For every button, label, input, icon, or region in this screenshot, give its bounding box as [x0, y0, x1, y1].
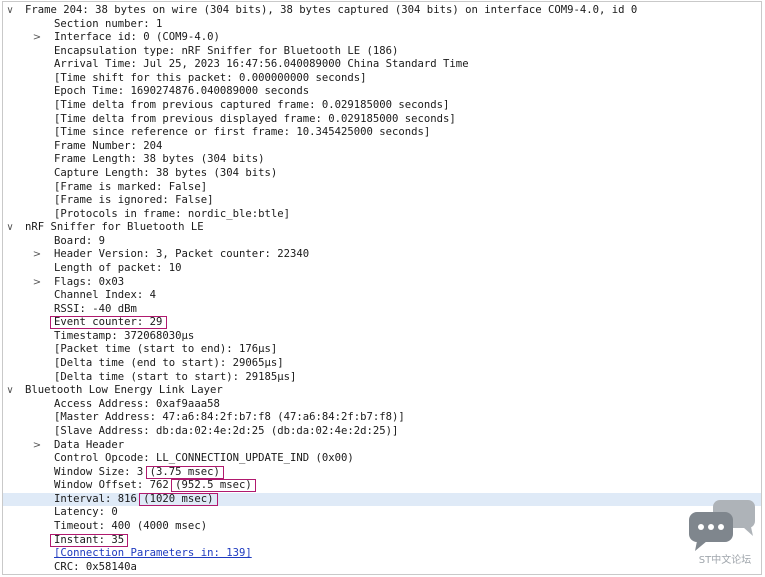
packet-detail-tree: ∨ Frame 204: 38 bytes on wire (304 bits),…: [3, 4, 761, 574]
field-text: Epoch Time: 1690274876.040089000 seconds: [54, 85, 310, 98]
tree-field-row[interactable]: [Connection Parameters in: 139]: [3, 547, 761, 561]
field-text: RSSI: -40 dBm: [54, 302, 137, 315]
field-text: Flags: 0x03: [54, 275, 125, 288]
tree-field-row[interactable]: Board: 9: [3, 235, 761, 249]
tree-field-row[interactable]: Capture Length: 38 bytes (304 bits): [3, 167, 761, 181]
field-text: Interface id: 0 (COM9-4.0): [54, 31, 220, 44]
annotation-box: [50, 316, 167, 330]
tree-field-row[interactable]: [Master Address: 47:a6:84:2f:b7:f8 (47:a…: [3, 411, 761, 425]
field-text: [Time delta from previous captured frame…: [54, 99, 450, 112]
collapse-chevron-icon[interactable]: ∨: [4, 384, 16, 398]
field-text: Frame Number: 204: [54, 139, 163, 152]
forum-watermark: ST中文论坛: [681, 496, 755, 566]
annotation-box: [139, 492, 218, 506]
tree-field-row[interactable]: Section number: 1: [3, 18, 761, 32]
tree-field-row[interactable]: Frame Length: 38 bytes (304 bits): [3, 153, 761, 167]
tree-field-row[interactable]: Timeout: 400 (4000 msec): [3, 520, 761, 534]
annotation-box: [171, 479, 257, 493]
field-text: Board: 9: [54, 234, 106, 247]
tree-field-row[interactable]: > Interface id: 0 (COM9-4.0): [3, 31, 761, 45]
protocol-tree-header[interactable]: ∨ nRF Sniffer for Bluetooth LE: [3, 221, 761, 235]
tree-field-row[interactable]: > Flags: 0x03: [3, 276, 761, 290]
field-text: CRC: 0x58140a: [54, 560, 137, 573]
field-text: Capture Length: 38 bytes (304 bits): [54, 166, 278, 179]
tree-field-row[interactable]: Window Offset: 762 (952.5 msec): [3, 479, 761, 493]
protocol-tree-header[interactable]: ∨ Bluetooth Low Energy Link Layer: [3, 384, 761, 398]
field-text: [Time since reference or first frame: 10…: [54, 126, 431, 139]
tree-field-row[interactable]: [Slave Address: db:da:02:4e:2d:25 (db:da…: [3, 425, 761, 439]
tree-field-row[interactable]: Interval: 816 (1020 msec): [3, 492, 761, 507]
field-text: Length of packet: 10: [54, 261, 182, 274]
tree-field-row[interactable]: [Time since reference or first frame: 10…: [3, 126, 761, 140]
field-text: Bluetooth Low Energy Link Layer: [25, 384, 223, 397]
field-text: Frame Length: 38 bytes (304 bits): [54, 153, 265, 166]
tree-field-row[interactable]: [Packet time (start to end): 176µs]: [3, 343, 761, 357]
field-text: nRF Sniffer for Bluetooth LE: [25, 221, 204, 234]
tree-field-row[interactable]: Latency: 0: [3, 506, 761, 520]
tree-field-row[interactable]: > Data Header: [3, 439, 761, 453]
tree-field-row[interactable]: [Protocols in frame: nordic_ble:btle]: [3, 208, 761, 222]
field-text: Control Opcode: LL_CONNECTION_UPDATE_IND…: [54, 452, 354, 465]
field-text: [Packet time (start to end): 176µs]: [54, 343, 278, 356]
field-text: Encapsulation type: nRF Sniffer for Blue…: [54, 44, 399, 57]
watermark-label: ST中文论坛: [698, 555, 752, 566]
field-text: [Frame is marked: False]: [54, 180, 208, 193]
field-text: Frame 204: 38 bytes on wire (304 bits), …: [25, 4, 638, 16]
field-text: [Delta time (end to start): 29065µs]: [54, 357, 284, 370]
tree-field-row[interactable]: Frame Number: 204: [3, 140, 761, 154]
tree-field-row[interactable]: Instant: 35: [3, 533, 761, 548]
tree-field-row[interactable]: [Delta time (start to start): 29185µs]: [3, 371, 761, 385]
field-text: [Slave Address: db:da:02:4e:2d:25 (db:da…: [54, 424, 399, 437]
field-text: Section number: 1: [54, 17, 163, 30]
field-text: Timestamp: 372068030µs: [54, 329, 195, 342]
tree-field-row[interactable]: Control Opcode: LL_CONNECTION_UPDATE_IND…: [3, 452, 761, 466]
field-text: Access Address: 0xaf9aaa58: [54, 397, 220, 410]
packet-details-pane: ∨ Frame 204: 38 bytes on wire (304 bits),…: [2, 1, 762, 575]
field-text: Channel Index: 4: [54, 289, 157, 302]
field-text: [Master Address: 47:a6:84:2f:b7:f8 (47:a…: [54, 411, 405, 424]
tree-field-row[interactable]: Event counter: 29: [3, 316, 761, 330]
tree-field-row[interactable]: [Time shift for this packet: 0.000000000…: [3, 72, 761, 86]
collapse-chevron-icon[interactable]: ∨: [4, 4, 16, 18]
tree-field-row[interactable]: Epoch Time: 1690274876.040089000 seconds: [3, 85, 761, 99]
expand-chevron-icon[interactable]: >: [31, 248, 43, 262]
tree-field-row[interactable]: Length of packet: 10: [3, 262, 761, 276]
annotation-box: [145, 465, 225, 479]
field-text: Arrival Time: Jul 25, 2023 16:47:56.0400…: [54, 58, 469, 71]
field-text: Header Version: 3, Packet counter: 22340: [54, 248, 310, 261]
tree-field-row[interactable]: [Delta time (end to start): 29065µs]: [3, 357, 761, 371]
field-text: Latency: 0: [54, 506, 118, 519]
field-text: Data Header: [54, 438, 125, 451]
tree-field-row[interactable]: Arrival Time: Jul 25, 2023 16:47:56.0400…: [3, 58, 761, 72]
protocol-tree-header[interactable]: ∨ Frame 204: 38 bytes on wire (304 bits),…: [3, 4, 761, 18]
collapse-chevron-icon[interactable]: ∨: [4, 221, 16, 235]
field-text: Timeout: 400 (4000 msec): [54, 519, 208, 532]
expand-chevron-icon[interactable]: >: [31, 276, 43, 290]
expand-chevron-icon[interactable]: >: [31, 31, 43, 45]
tree-field-row[interactable]: > Header Version: 3, Packet counter: 2234…: [3, 248, 761, 262]
field-text: [Frame is ignored: False]: [54, 194, 214, 207]
tree-field-row[interactable]: [Frame is marked: False]: [3, 181, 761, 195]
tree-field-row[interactable]: Window Size: 3 (3.75 msec): [3, 465, 761, 480]
tree-field-row[interactable]: [Time delta from previous captured frame…: [3, 99, 761, 113]
tree-field-row[interactable]: Timestamp: 372068030µs: [3, 330, 761, 344]
tree-field-row[interactable]: RSSI: -40 dBm: [3, 303, 761, 317]
tree-field-row[interactable]: [Frame is ignored: False]: [3, 194, 761, 208]
tree-field-row[interactable]: Access Address: 0xaf9aaa58: [3, 398, 761, 412]
tree-field-row[interactable]: [Time delta from previous displayed fram…: [3, 113, 761, 127]
tree-field-row[interactable]: Encapsulation type: nRF Sniffer for Blue…: [3, 45, 761, 59]
annotation-box: [50, 533, 129, 547]
tree-field-row[interactable]: CRC: 0x58140a: [3, 560, 761, 574]
field-text: [Time delta from previous displayed fram…: [54, 112, 456, 125]
field-text: [Protocols in frame: nordic_ble:btle]: [54, 207, 290, 220]
field-link[interactable]: [Connection Parameters in: 139]: [54, 547, 252, 561]
field-text: [Time shift for this packet: 0.000000000…: [54, 71, 367, 84]
expand-chevron-icon[interactable]: >: [31, 439, 43, 453]
tree-field-row[interactable]: Channel Index: 4: [3, 289, 761, 303]
chat-bubbles-icon: [689, 500, 755, 551]
field-text: [Delta time (start to start): 29185µs]: [54, 370, 297, 383]
